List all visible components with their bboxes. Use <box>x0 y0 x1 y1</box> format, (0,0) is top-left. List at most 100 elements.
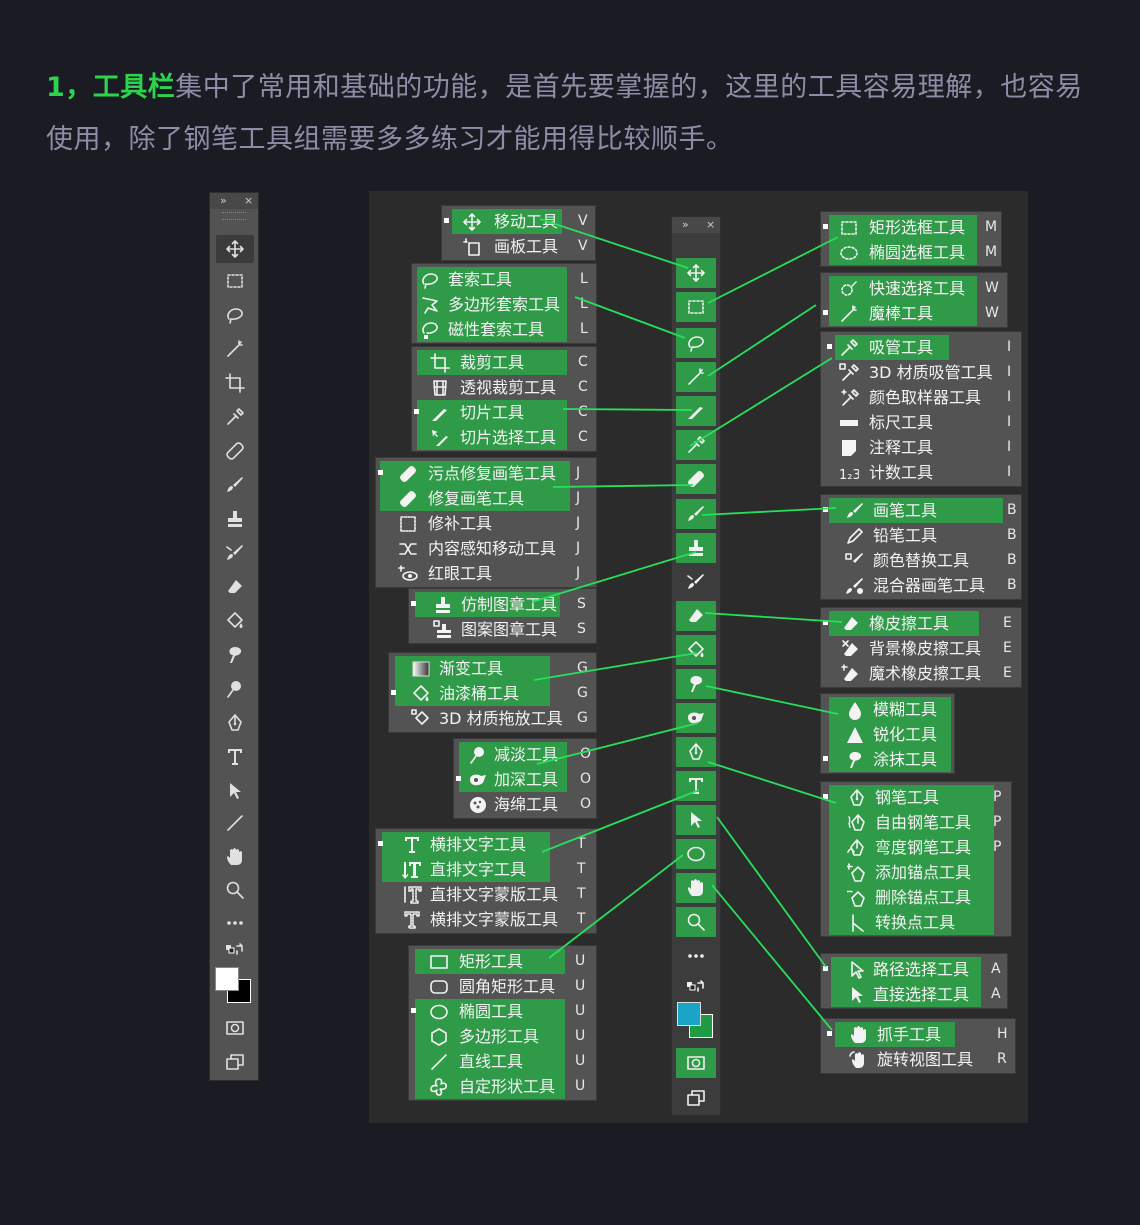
menu-item-addanchor[interactable]: 添加锚点工具 <box>821 860 1013 885</box>
magic-wand-icon[interactable] <box>216 335 254 363</box>
menu-item-brush[interactable]: 画笔工具 B <box>821 498 1023 523</box>
hand-icon[interactable] <box>216 843 254 871</box>
menu-item-note[interactable]: 注释工具 I <box>821 435 1023 460</box>
menu-item-gradient[interactable]: 渐变工具 G <box>389 656 598 681</box>
menu-item-slice[interactable]: 切片工具 C <box>412 400 598 425</box>
center-type-icon[interactable] <box>676 771 716 801</box>
menu-item-dodge[interactable]: 减淡工具 O <box>454 742 598 767</box>
menu-item-sharpen[interactable]: 锐化工具 <box>821 722 956 747</box>
center-screenmode-icon[interactable] <box>676 1083 716 1113</box>
healing-icon[interactable] <box>216 437 254 465</box>
menu-item-bucket[interactable]: 油漆桶工具 G <box>389 681 598 706</box>
move-icon[interactable] <box>216 235 254 263</box>
center-quickmask-icon[interactable] <box>676 1048 716 1078</box>
brush-icon[interactable] <box>216 471 254 499</box>
menu-item-patch[interactable]: 修补工具 J <box>376 511 598 536</box>
bucket-icon[interactable] <box>216 607 254 635</box>
menu-item-htype[interactable]: 横排文字工具 T <box>376 832 598 857</box>
center-heal-icon[interactable] <box>676 464 716 494</box>
center-burn-icon[interactable] <box>676 703 716 733</box>
menu-item-ellmarquee[interactable]: 椭圆选框工具 M <box>821 240 1003 265</box>
menu-item-htypemask[interactable]: 横排文字蒙版工具 T <box>376 907 598 932</box>
foreground-color[interactable] <box>215 967 239 991</box>
lasso-icon[interactable] <box>216 301 254 329</box>
center-bucket-icon[interactable] <box>676 635 716 665</box>
menu-item-sliceselect[interactable]: 切片选择工具 C <box>412 425 598 450</box>
menu-item-rect[interactable]: 矩形工具 U <box>409 949 598 974</box>
eyedropper-icon[interactable] <box>216 403 254 431</box>
menu-item-roundrect[interactable]: 圆角矩形工具 U <box>409 974 598 999</box>
center-brush-icon[interactable] <box>676 499 716 529</box>
menu-item-eraser[interactable]: 橡皮擦工具 E <box>821 611 1023 636</box>
center-eraser-icon[interactable] <box>676 601 716 631</box>
menu-item-pencil[interactable]: 铅笔工具 B <box>821 523 1023 548</box>
expand-icon[interactable]: » <box>682 217 689 233</box>
menu-item-maglasso[interactable]: 磁性套索工具 L <box>412 317 598 342</box>
center-hand-icon[interactable] <box>676 873 716 903</box>
menu-item-sponge[interactable]: 海绵工具 O <box>454 792 598 817</box>
menu-item-polylasso[interactable]: 多边形套索工具 L <box>412 292 598 317</box>
menu-item-ellipse[interactable]: 椭圆工具 U <box>409 999 598 1024</box>
menu-item-customshape[interactable]: 自定形状工具 U <box>409 1074 598 1099</box>
center-move-icon[interactable] <box>676 258 716 288</box>
menu-item-perspcrop[interactable]: 透视裁剪工具 C <box>412 375 598 400</box>
menu-item-colorreplace[interactable]: 颜色替换工具 B <box>821 548 1023 573</box>
center-history-brush-icon[interactable] <box>676 567 716 597</box>
foreground-color[interactable] <box>677 1002 701 1026</box>
swap-colors-icon[interactable] <box>216 938 254 958</box>
menu-item-directsel[interactable]: 直接选择工具 A <box>821 982 1009 1007</box>
menu-item-stamp[interactable]: 仿制图章工具 S <box>409 592 598 617</box>
center-rectmarquee-icon[interactable] <box>676 292 716 322</box>
menu-item-spotheal[interactable]: 污点修复画笔工具 J <box>376 461 598 486</box>
center-eyedropper-icon[interactable] <box>676 430 716 460</box>
center-wand-icon[interactable] <box>676 362 716 392</box>
menu-item-ruler[interactable]: 标尺工具 I <box>821 410 1023 435</box>
center-swap-colors-icon[interactable] <box>676 974 716 998</box>
menu-item-crop[interactable]: 裁剪工具 C <box>412 350 598 375</box>
zoom-icon[interactable] <box>216 876 254 904</box>
center-smudge-icon[interactable] <box>676 669 716 699</box>
menu-item-bgeraser[interactable]: 背景橡皮擦工具 E <box>821 636 1023 661</box>
menu-item-freepen[interactable]: 自由钢笔工具 P <box>821 810 1013 835</box>
close-icon[interactable]: × <box>244 193 253 209</box>
eraser-icon[interactable] <box>216 573 254 601</box>
pen-icon[interactable] <box>216 709 254 737</box>
stamp-icon[interactable] <box>216 505 254 533</box>
menu-item-pen[interactable]: 钢笔工具 P <box>821 785 1013 810</box>
more-icon[interactable] <box>216 909 254 937</box>
menu-item-artboard[interactable]: 画板工具 V <box>442 234 597 259</box>
menu-item-colorsampler[interactable]: 颜色取样器工具 I <box>821 385 1023 410</box>
path-select-icon[interactable] <box>216 777 254 805</box>
center-ellipse-icon[interactable] <box>676 839 716 869</box>
quickmask-icon[interactable] <box>216 1014 254 1042</box>
menu-item-lasso[interactable]: 套索工具 L <box>412 267 598 292</box>
menu-item-magiceraser[interactable]: 魔术橡皮擦工具 E <box>821 661 1023 686</box>
menu-item-count[interactable]: 1₂3 计数工具 I <box>821 460 1023 485</box>
menu-item-wand[interactable]: 魔棒工具 W <box>821 301 1009 326</box>
menu-item-convert[interactable]: 转换点工具 <box>821 910 1013 935</box>
menu-item-quicksel[interactable]: 快速选择工具 W <box>821 276 1009 301</box>
marquee-icon[interactable] <box>216 267 254 295</box>
menu-item-rotateview[interactable]: 旋转视图工具 R <box>821 1047 1017 1072</box>
menu-item-line[interactable]: 直线工具 U <box>409 1049 598 1074</box>
menu-item-blur[interactable]: 模糊工具 <box>821 697 956 722</box>
menu-item-burn[interactable]: 加深工具 O <box>454 767 598 792</box>
center-slice-icon[interactable] <box>676 396 716 426</box>
crop-icon[interactable] <box>216 369 254 397</box>
center-directsel-icon[interactable] <box>676 805 716 835</box>
center-more-icon[interactable] <box>676 941 716 971</box>
menu-item-smudge[interactable]: 涂抹工具 <box>821 747 956 772</box>
menu-item-curvepen[interactable]: 弯度钢笔工具 P <box>821 835 1013 860</box>
center-stamp-icon[interactable] <box>676 533 716 563</box>
center-zoom-icon[interactable] <box>676 907 716 937</box>
screenmode-icon[interactable] <box>216 1048 254 1076</box>
menu-item-heal[interactable]: 修复画笔工具 J <box>376 486 598 511</box>
menu-item-vtypemask[interactable]: 直排文字蒙版工具 T <box>376 882 598 907</box>
menu-item-polygon[interactable]: 多边形工具 U <box>409 1024 598 1049</box>
center-lasso-icon[interactable] <box>676 328 716 358</box>
menu-item-vtype[interactable]: 直排文字工具 T <box>376 857 598 882</box>
menu-item-contentmove[interactable]: 内容感知移动工具 J <box>376 536 598 561</box>
menu-item-pathsel[interactable]: 路径选择工具 A <box>821 957 1009 982</box>
toolbar-grip[interactable] <box>222 212 246 220</box>
history-brush-icon[interactable] <box>216 539 254 567</box>
